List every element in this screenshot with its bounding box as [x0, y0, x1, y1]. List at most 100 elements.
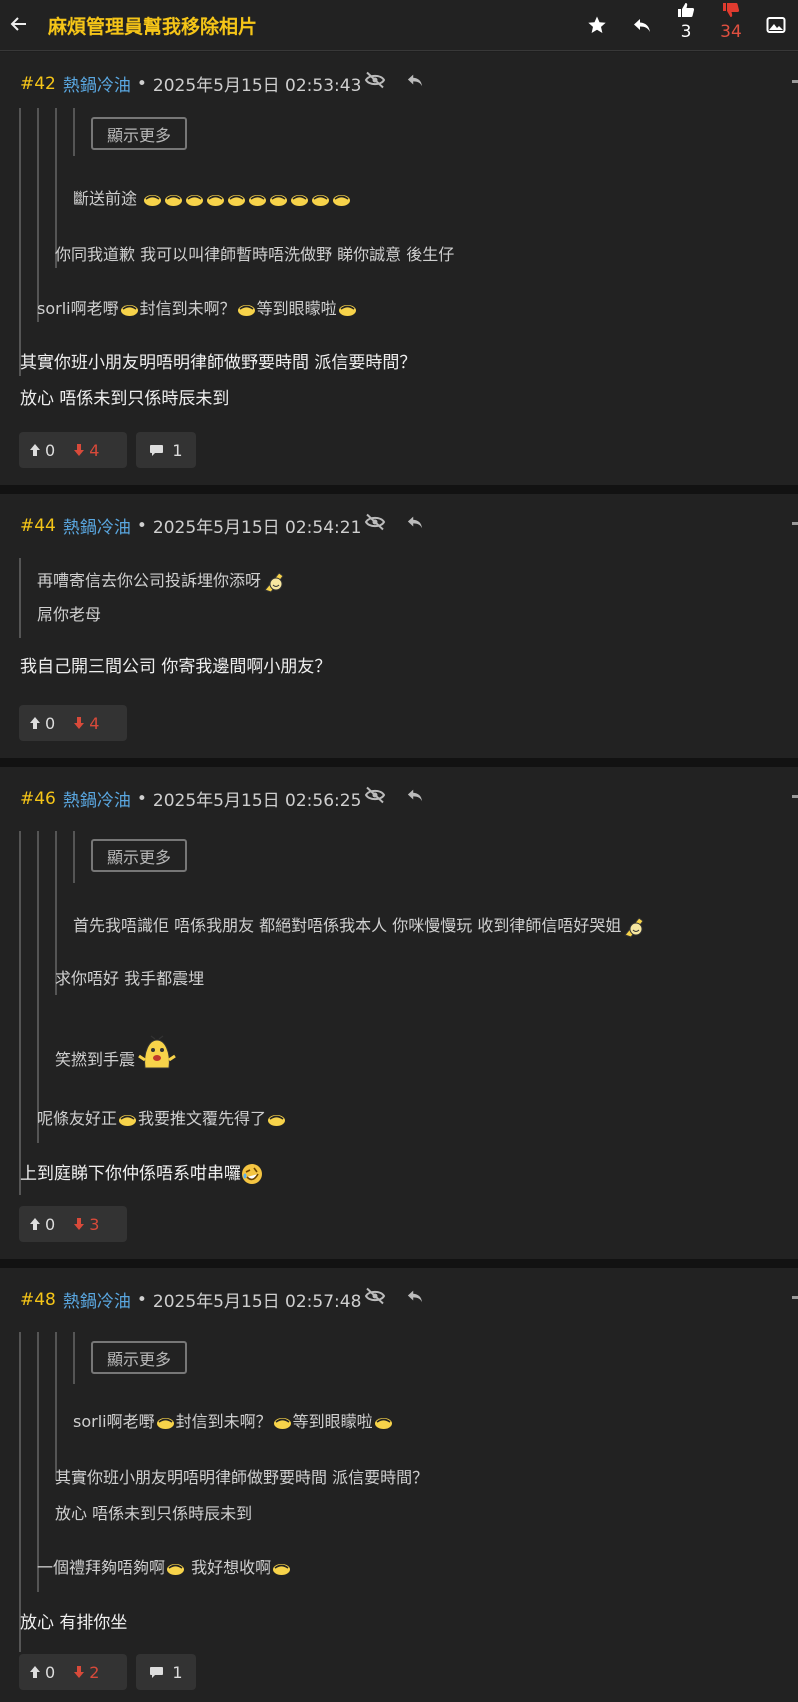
- emoticon-icon: [237, 304, 255, 316]
- thread-downvote-count: 34: [720, 22, 742, 42]
- arrow-down-icon: [74, 1218, 85, 1230]
- post-date: 2025年5月15日 02:54:21: [152, 518, 362, 538]
- replies-button[interactable]: 1: [136, 1654, 196, 1690]
- thread-title: 麻煩管理員幫我移除相片: [48, 16, 258, 38]
- back-arrow-icon[interactable]: [8, 12, 30, 36]
- upvote-button[interactable]: 0: [29, 1663, 55, 1682]
- quote-bar: [19, 1332, 21, 1652]
- replies-button[interactable]: 1: [136, 432, 196, 468]
- username[interactable]: 熱鍋冷油: [63, 71, 131, 96]
- show-more-button[interactable]: 顯示更多: [91, 839, 187, 872]
- arrow-up-icon: [30, 1218, 40, 1230]
- floor-number[interactable]: #42: [20, 74, 56, 94]
- show-more-button[interactable]: 顯示更多: [91, 117, 187, 150]
- arrow-up-icon: [30, 444, 40, 456]
- thread-upvote[interactable]: 3: [666, 2, 706, 42]
- separator-dot: •: [136, 515, 147, 536]
- arrow-down-icon: [74, 444, 85, 456]
- reply-icon[interactable]: [402, 783, 428, 807]
- hide-eye-icon[interactable]: [362, 783, 388, 807]
- username[interactable]: 熱鍋冷油: [63, 513, 131, 538]
- quote-text-part: 封信到未啊？: [139, 299, 236, 318]
- quote-text: 一個禮拜夠唔夠啊 我好想收啊: [37, 1554, 292, 1578]
- emoticon-icon: [120, 304, 138, 316]
- quote-text: 笑撚到手震: [55, 1034, 179, 1070]
- vote-buttons: 0 4: [19, 705, 127, 741]
- quote-text: 斷送前途: [73, 185, 352, 209]
- floor-number[interactable]: #44: [20, 516, 56, 536]
- emoticon-icon: [156, 1417, 174, 1429]
- top-bar: 麻煩管理員幫我移除相片 3 34: [0, 0, 798, 51]
- quote-text-line: 斷送前途: [73, 189, 138, 208]
- reply-icon[interactable]: [402, 1284, 428, 1308]
- replies-count: 1: [172, 440, 183, 460]
- emoticon-icon: [137, 189, 352, 208]
- floor-number[interactable]: #46: [20, 789, 56, 809]
- separator-dot: •: [136, 1289, 147, 1310]
- downvote-button[interactable]: 4: [73, 441, 99, 460]
- thread-upvote-count: 3: [680, 22, 692, 42]
- separator-dot: •: [136, 73, 147, 94]
- post-header: #44 熱鍋冷油 • 2025年5月15日 02:54:21: [20, 513, 362, 539]
- image-icon[interactable]: [763, 12, 789, 38]
- quote-bar: [37, 1332, 39, 1592]
- arrow-down-icon: [74, 1666, 85, 1678]
- upvote-count: 0: [45, 440, 56, 460]
- username[interactable]: 熱鍋冷油: [63, 786, 131, 811]
- scroll-marker: [792, 795, 798, 798]
- arrow-up-icon: [30, 1666, 40, 1678]
- quote-text: sorli啊老嘢 封信到未啊？ 等到眼矇啦: [73, 1408, 394, 1432]
- show-more-button[interactable]: 顯示更多: [91, 1341, 187, 1374]
- downvote-count: 3: [89, 1214, 100, 1234]
- downvote-button[interactable]: 3: [73, 1215, 99, 1234]
- quote-bar: [19, 108, 21, 376]
- rofl-emoji-icon: [242, 1164, 262, 1184]
- hide-eye-icon[interactable]: [362, 1284, 388, 1308]
- upvote-button[interactable]: 0: [29, 441, 55, 460]
- quote-text: 其實你班小朋友明唔明律師做野要時間 派信要時間？: [55, 1468, 429, 1487]
- quote-text: 呢條友好正 我要推文覆先得了: [37, 1105, 287, 1129]
- post-separator: [0, 485, 798, 494]
- quote-text-part: 首先我唔識佢 唔係我朋友 都絕對唔係我本人 你咪慢慢玩 收到律師信唔好哭姐: [73, 916, 622, 935]
- emoticon-icon: [119, 1114, 137, 1126]
- username[interactable]: 熱鍋冷油: [63, 1287, 131, 1312]
- thumbs-up-icon: [678, 3, 695, 17]
- comment-icon: [150, 1666, 164, 1678]
- upvote-count: 0: [45, 713, 56, 733]
- emoticon-icon: [374, 1417, 392, 1429]
- star-icon[interactable]: [584, 12, 610, 38]
- reply-icon[interactable]: [629, 12, 655, 38]
- upvote-button[interactable]: 0: [29, 1215, 55, 1234]
- downvote-count: 2: [89, 1662, 100, 1682]
- comment-icon: [150, 444, 164, 456]
- downvote-count: 4: [89, 440, 100, 460]
- quote-text: 屌你老母: [37, 605, 102, 624]
- vote-buttons: 0 4: [19, 432, 127, 468]
- hide-eye-icon[interactable]: [362, 68, 388, 92]
- post-48: #48 熱鍋冷油 • 2025年5月15日 02:57:48 顯示更多 sorl…: [0, 1268, 798, 1702]
- quote-text-part: sorli啊老嘢: [37, 299, 119, 318]
- post-body-line: 放心 有排你坐: [20, 1613, 128, 1633]
- upvote-button[interactable]: 0: [29, 714, 55, 733]
- quote-bar: [55, 1332, 57, 1480]
- quote-text: 再嘈寄信去你公司投訴埋你添呀: [37, 567, 287, 594]
- post-header: #48 熱鍋冷油 • 2025年5月15日 02:57:48: [20, 1287, 361, 1313]
- hide-eye-icon[interactable]: [362, 510, 388, 534]
- replies-count: 1: [172, 1662, 183, 1682]
- post-body-line: 我自己開三間公司 你寄我邊間啊小朋友？: [20, 657, 332, 677]
- quote-bar: [37, 108, 39, 322]
- quote-text: sorli啊老嘢 封信到未啊？ 等到眼矇啦: [37, 295, 358, 319]
- quote-text-part: 等到眼矇啦: [292, 1412, 373, 1431]
- downvote-button[interactable]: 2: [73, 1663, 99, 1682]
- thread-downvote[interactable]: 34: [711, 2, 751, 42]
- downvote-button[interactable]: 4: [73, 714, 99, 733]
- quote-bar: [37, 831, 39, 1143]
- post-body-line: 放心 唔係未到只係時辰未到: [20, 389, 230, 409]
- floor-number[interactable]: #48: [20, 1290, 56, 1310]
- reply-icon[interactable]: [402, 510, 428, 534]
- quote-text: 首先我唔識佢 唔係我朋友 都絕對唔係我本人 你咪慢慢玩 收到律師信唔好哭姐: [73, 912, 647, 939]
- quote-text: 放心 唔係未到只係時辰未到: [55, 1504, 253, 1523]
- arrow-up-icon: [30, 717, 40, 729]
- reply-icon[interactable]: [402, 68, 428, 92]
- quote-bar: [73, 831, 75, 883]
